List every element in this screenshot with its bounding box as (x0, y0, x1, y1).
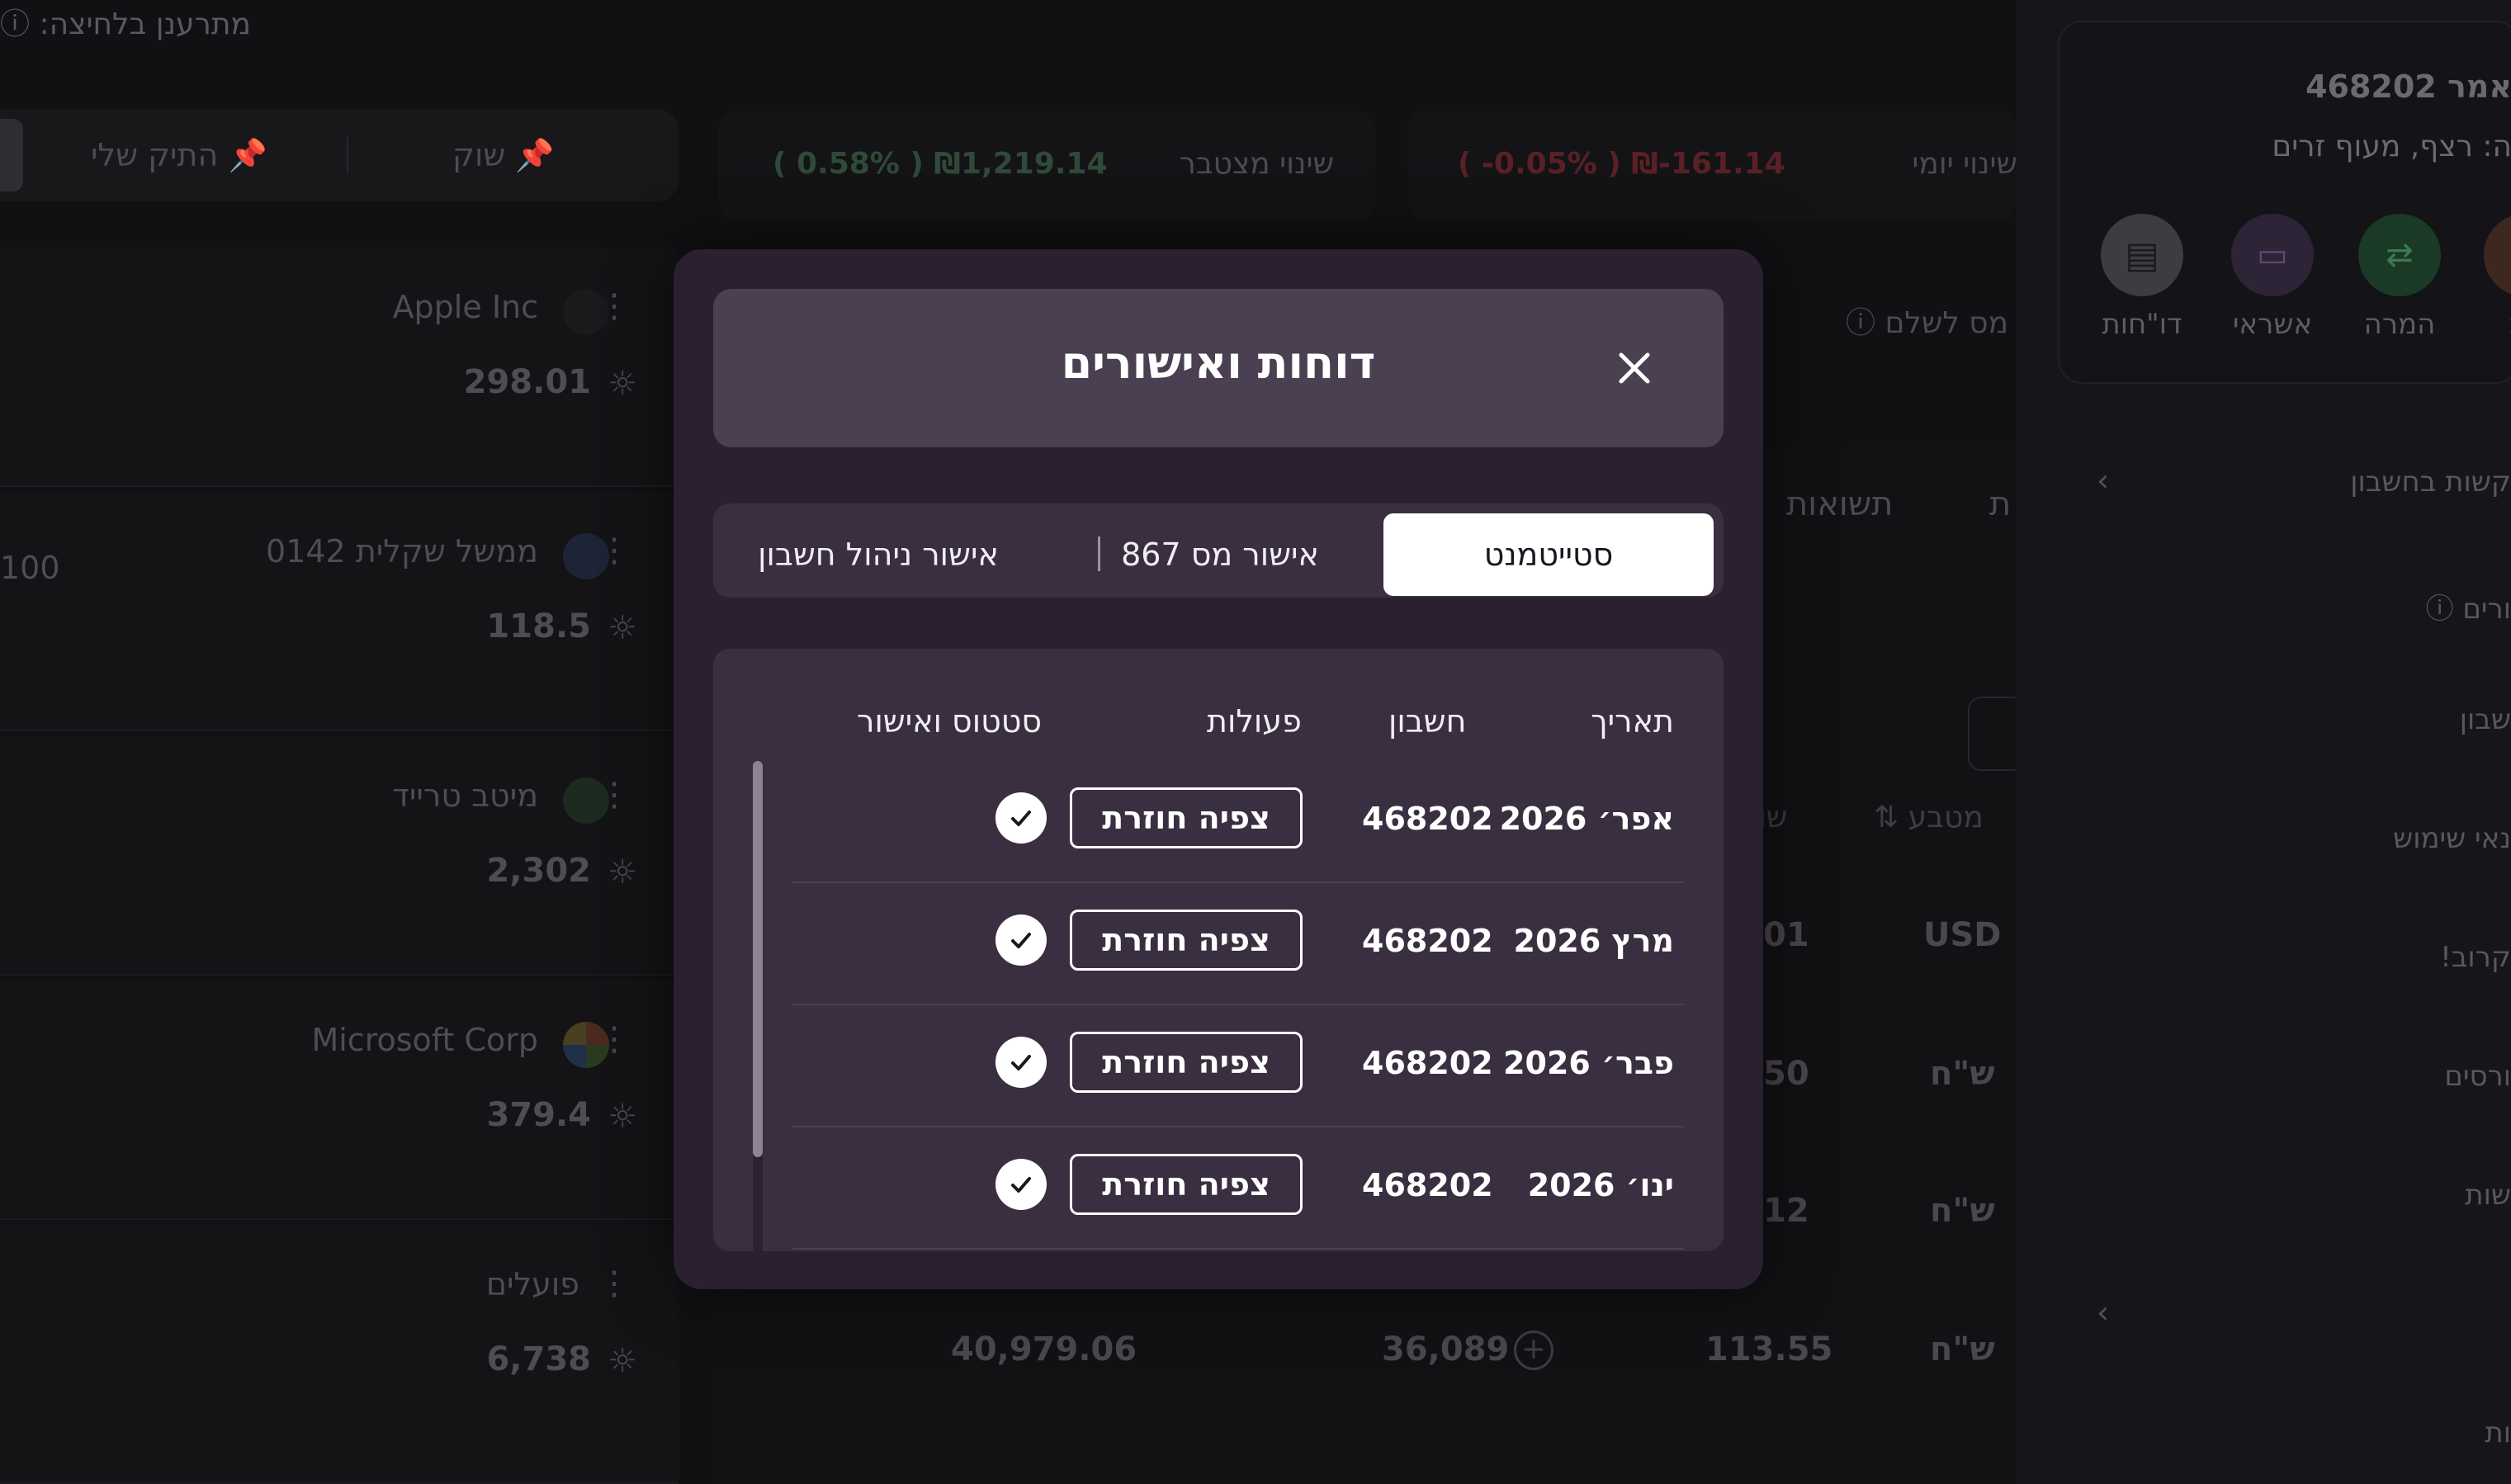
view-again-button[interactable]: צפיה חוזרת (1070, 1032, 1303, 1093)
tab-divider (1098, 536, 1100, 571)
row-account: 468202 (1362, 1167, 1493, 1203)
row-account: 468202 (1362, 1045, 1493, 1081)
tab-statement[interactable]: סטייטמנט (1383, 513, 1714, 596)
reports-modal: דוחות ואישורים סטייטמנט אישור מס 867 איש… (674, 249, 1763, 1289)
column-header-date: תאריך (1591, 703, 1674, 740)
row-account: 468202 (1362, 923, 1493, 959)
tab-tax-867[interactable]: אישור מס 867 (1055, 513, 1385, 596)
row-account: 468202 (1362, 801, 1493, 837)
check-icon (1011, 1055, 1031, 1070)
report-tabs: סטייטמנט אישור מס 867 אישור ניהול חשבון (713, 503, 1724, 598)
scrollbar-thumb[interactable] (753, 761, 763, 1157)
check-icon (1011, 1177, 1031, 1193)
status-approved (995, 1037, 1047, 1088)
table-row: אפר׳ 2026 468202 צפיה חוזרת (792, 761, 1684, 883)
row-date: מרץ 2026 (1513, 923, 1675, 959)
tab-account-management[interactable]: אישור ניהול חשבון (713, 513, 1043, 596)
modal-header: דוחות ואישורים (713, 289, 1724, 447)
view-again-button[interactable]: צפיה חוזרת (1070, 910, 1303, 971)
reports-table: תאריך חשבון פעולות סטטוס ואישור אפר׳ 202… (713, 649, 1724, 1251)
row-date: ינו׳ 2026 (1527, 1167, 1674, 1203)
modal-title: דוחות ואישורים (1061, 337, 1376, 389)
row-date: פבר׳ 2026 (1503, 1045, 1674, 1081)
row-date: אפר׳ 2026 (1499, 801, 1674, 837)
view-again-button[interactable]: צפיה חוזרת (1070, 787, 1303, 848)
status-approved (995, 915, 1047, 966)
column-header-status: סטטוס ואישור (857, 703, 1043, 740)
column-header-account: חשבון (1388, 703, 1467, 740)
column-header-actions: פעולות (1207, 703, 1302, 740)
status-approved (995, 792, 1047, 844)
table-row: פבר׳ 2026 468202 צפיה חוזרת (792, 1005, 1684, 1127)
table-row: מרץ 2026 468202 צפיה חוזרת (792, 883, 1684, 1005)
check-icon (1011, 811, 1031, 826)
view-again-button[interactable]: צפיה חוזרת (1070, 1154, 1303, 1215)
status-approved (995, 1159, 1047, 1210)
check-icon (1011, 933, 1031, 948)
table-row: ינו׳ 2026 468202 צפיה חוזרת (792, 1127, 1684, 1250)
